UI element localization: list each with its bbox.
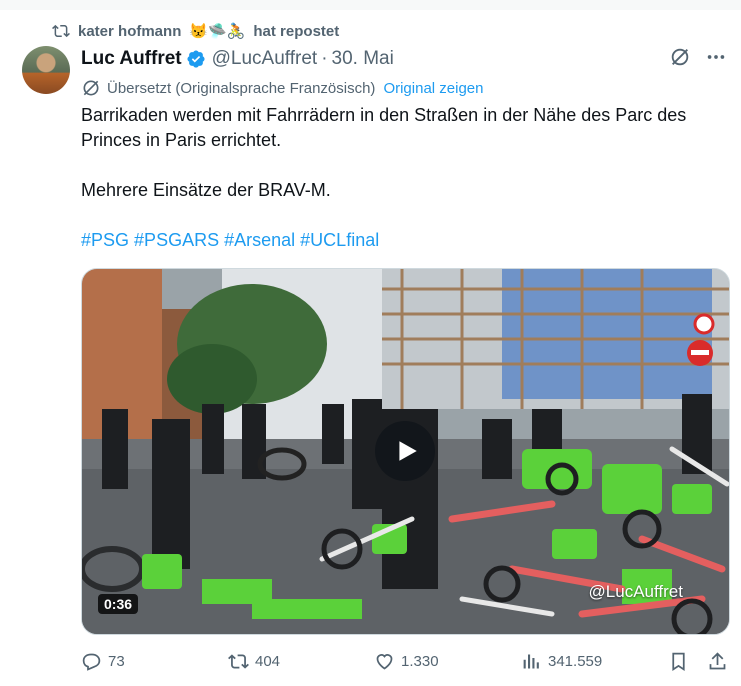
translation-note: Übersetzt (Originalsprache Französisch) …	[81, 78, 484, 98]
repost-suffix: hat repostet	[253, 22, 340, 40]
bookmark-button[interactable]	[668, 651, 689, 672]
author-handle[interactable]: @LucAuffret	[212, 48, 318, 70]
video-watermark: @LucAuffret	[588, 582, 683, 601]
tweet-line-1: Barrikaden werden mit Fahrrädern in den …	[81, 105, 687, 150]
hashtags: #PSG #PSGARS #Arsenal #UCLfinal	[81, 228, 729, 253]
share-icon	[709, 651, 726, 669]
reply-count: 73	[108, 652, 125, 670]
play-button[interactable]	[375, 421, 435, 481]
grok-icon[interactable]	[669, 46, 691, 68]
repost-button[interactable]: 404	[228, 651, 280, 672]
repost-icon	[228, 653, 249, 669]
hashtag-link[interactable]: #UCLfinal	[300, 230, 379, 250]
translate-icon	[83, 80, 99, 96]
share-button[interactable]	[707, 651, 728, 672]
hashtag-link[interactable]: #PSG	[81, 230, 129, 250]
action-bar: 73 404 1.330 341.559	[78, 648, 728, 674]
repost-indicator[interactable]: kater hofmann 😾🛸🚴 hat repostet	[52, 20, 339, 42]
like-count: 1.330	[401, 652, 439, 670]
reply-icon	[82, 653, 101, 671]
hashtag-link[interactable]: #PSGARS	[134, 230, 219, 250]
like-button[interactable]: 1.330	[374, 651, 439, 672]
hashtag-link[interactable]: #Arsenal	[224, 230, 295, 250]
repost-user[interactable]: kater hofmann	[78, 23, 181, 40]
top-actions	[669, 46, 727, 68]
verified-badge-icon[interactable]	[186, 49, 206, 69]
views-button[interactable]: 341.559	[521, 651, 602, 672]
tweet-text: Barrikaden werden mit Fahrrädern in den …	[81, 103, 729, 253]
play-icon	[399, 441, 417, 461]
show-original-link[interactable]: Original zeigen	[383, 80, 483, 97]
tweet-header: Luc Auffret @LucAuffret · 30. Mai	[81, 46, 394, 72]
header-separator: ·	[321, 48, 328, 69]
bookmark-icon	[672, 652, 685, 671]
more-options-icon[interactable]	[705, 46, 727, 68]
video-duration: 0:36	[98, 594, 139, 614]
translation-label: Übersetzt (Originalsprache Französisch)	[107, 79, 376, 97]
tweet-date[interactable]: 30. Mai	[332, 48, 394, 70]
tweet-line-2: Mehrere Einsätze der BRAV-M.	[81, 180, 331, 200]
views-icon	[523, 654, 539, 668]
reply-button[interactable]: 73	[81, 651, 125, 672]
repost-icon	[52, 24, 70, 38]
repost-user-emojis: 😾🛸🚴	[189, 23, 246, 40]
heart-icon	[376, 653, 393, 670]
repost-count: 404	[255, 652, 281, 670]
author-name[interactable]: Luc Auffret	[81, 48, 182, 70]
views-count: 341.559	[548, 652, 603, 670]
video-player[interactable]: 0:36 @LucAuffret	[81, 268, 730, 635]
avatar[interactable]	[22, 46, 70, 94]
